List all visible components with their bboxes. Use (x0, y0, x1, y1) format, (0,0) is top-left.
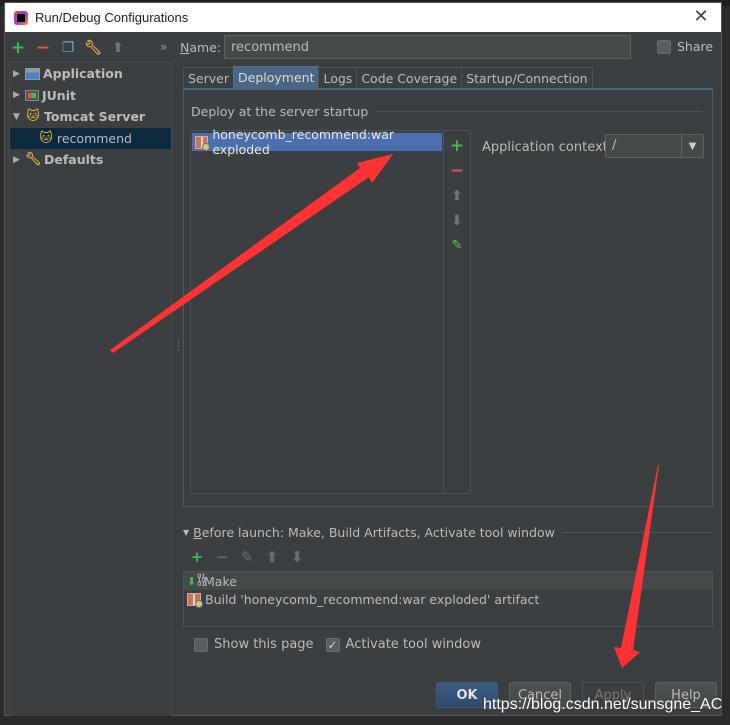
share-checkbox[interactable]: Share (657, 39, 713, 54)
tree-item-defaults[interactable]: ▶ 🔧︎ Defaults (10, 149, 171, 171)
checkmark-icon[interactable]: ✓ (325, 637, 340, 652)
show-this-page-label: Show this page (214, 637, 314, 652)
show-this-page-box[interactable] (194, 637, 208, 652)
before-launch-mnemonic: B (193, 525, 202, 540)
tree-item-label: recommend (57, 130, 132, 146)
title-bar: Run/Debug Configurations ✕ (5, 3, 721, 32)
make-icon: ⬇ 01 10 01 (187, 573, 206, 588)
deployment-panel: Deploy at the server startup honeycomb_r… (183, 88, 713, 507)
section-divider (376, 111, 703, 112)
add-icon[interactable]: + (189, 549, 205, 565)
deploy-section-label: Deploy at the server startup (191, 104, 369, 119)
artifact-toolbar: + − ⬆ ⬇ ✎ (444, 130, 471, 494)
watermark-text: https://blog.csdn.net/sunsgne_AC (483, 696, 723, 713)
activate-tool-window-checkbox[interactable]: ✓ Activate tool window (325, 637, 482, 652)
artifact-row[interactable]: honeycomb_recommend:war exploded (192, 127, 442, 157)
activate-tool-window-label: Activate tool window (345, 637, 482, 652)
tab-server[interactable]: Server (183, 67, 234, 89)
name-input[interactable] (224, 35, 631, 59)
add-icon[interactable]: + (449, 137, 465, 154)
show-this-page-checkbox[interactable]: Show this page (194, 637, 314, 652)
tree-item-recommend[interactable]: 🐱︎ recommend (10, 127, 171, 149)
name-label: Name: (180, 40, 221, 55)
remove-icon[interactable]: − (214, 549, 230, 565)
edit-icon[interactable]: ✎ (449, 237, 465, 254)
config-tabs: Server Deployment Logs Code Coverage Sta… (183, 66, 593, 89)
share-checkbox-box[interactable] (657, 39, 671, 54)
expand-arrow-icon[interactable]: ▶ (13, 90, 25, 100)
tab-startup-connection[interactable]: Startup/Connection (461, 67, 593, 89)
tree-item-tomcat-server[interactable]: ▼ 🐱︎ Tomcat Server (10, 106, 171, 128)
task-label: Build 'honeycomb_recommend:war exploded'… (205, 591, 540, 607)
before-launch-title: Before launch: Make, Build Artifacts, Ac… (193, 525, 555, 540)
chevron-down-icon[interactable]: ▼ (681, 135, 703, 157)
artifact-label: honeycomb_recommend:war exploded (212, 127, 394, 157)
artifact-list[interactable]: honeycomb_recommend:war exploded (190, 127, 444, 494)
config-tree: ▶ Application ▶ JUnit ▼ 🐱︎ Tomcat Server… (9, 62, 172, 716)
tree-item-label: Tomcat Server (44, 109, 146, 125)
close-icon[interactable]: ✕ (691, 7, 711, 27)
tree-item-label: Application (43, 66, 123, 82)
arrow-up-icon[interactable]: ⬆ (264, 549, 280, 565)
arrow-down-icon[interactable]: ⬇ (449, 212, 465, 229)
tree-item-label: Defaults (44, 152, 104, 168)
name-mnemonic: N (180, 40, 190, 55)
copy-icon[interactable]: ❐ (60, 40, 76, 56)
app-context-combo[interactable]: / ▼ (605, 134, 704, 158)
before-launch-toolbar: + − ✎ ⬆ ⬇ (189, 549, 305, 565)
expand-arrow-icon[interactable]: ▶ (13, 69, 25, 79)
intellij-app-icon (14, 10, 28, 25)
app-context-label: Application context: (482, 140, 613, 155)
app-context-value[interactable]: / (606, 135, 681, 157)
artifact-icon (195, 135, 211, 151)
tree-item-application[interactable]: ▶ Application (10, 63, 171, 85)
share-label: Share (677, 39, 714, 54)
tree-item-junit[interactable]: ▶ JUnit (10, 85, 171, 107)
arrow-down-icon[interactable]: ⬇ (289, 549, 305, 565)
config-toolbar: + − ❐ 🔧︎ ⬆ (10, 37, 176, 59)
artifact-icon (187, 592, 203, 608)
before-launch-text: efore launch: Make, Build Artifacts, Act… (201, 525, 555, 540)
tomcat-icon: 🐱︎ (39, 130, 53, 146)
tree-item-label: JUnit (42, 87, 76, 103)
application-icon (25, 67, 40, 80)
add-icon[interactable]: + (10, 40, 26, 57)
tomcat-icon: 🐱︎ (26, 109, 40, 125)
tab-code-coverage[interactable]: Code Coverage (356, 67, 463, 89)
tab-logs[interactable]: Logs (318, 67, 358, 89)
more-chevron-icon[interactable]: » (160, 40, 167, 54)
wrench-icon[interactable]: 🔧︎ (84, 40, 102, 56)
launch-options: Show this page ✓ Activate tool window (194, 637, 481, 652)
move-up-icon[interactable]: ⬆ (110, 40, 126, 56)
before-launch-header[interactable]: ▼ Before launch: Make, Build Artifacts, … (183, 525, 713, 540)
collapse-arrow-icon[interactable]: ▼ (13, 112, 25, 122)
before-launch-list[interactable]: ⬇ 01 10 01 Make Build 'honeycomb_recommend:… (183, 571, 713, 627)
tab-deployment[interactable]: Deployment (233, 66, 320, 88)
task-row-make[interactable]: ⬇ 01 10 01 Make (184, 572, 712, 590)
section-divider (560, 532, 713, 533)
remove-icon[interactable]: − (35, 40, 51, 57)
expand-arrow-icon[interactable]: ▶ (13, 155, 25, 165)
collapse-triangle-icon[interactable]: ▼ (183, 528, 189, 537)
window-title: Run/Debug Configurations (35, 10, 189, 25)
splitter-handle[interactable]: ⋮ ⋮ (174, 340, 183, 352)
edit-icon[interactable]: ✎ (239, 549, 255, 565)
arrow-up-icon[interactable]: ⬆ (449, 187, 465, 204)
junit-icon (25, 89, 39, 101)
wrench-icon: 🔧︎ (24, 152, 42, 168)
task-label: Make (204, 573, 237, 589)
name-label-text: ame: (189, 40, 222, 55)
deploy-section-title: Deploy at the server startup (191, 104, 703, 119)
remove-icon[interactable]: − (449, 162, 465, 179)
task-row-build-artifact[interactable]: Build 'honeycomb_recommend:war exploded'… (184, 590, 712, 608)
